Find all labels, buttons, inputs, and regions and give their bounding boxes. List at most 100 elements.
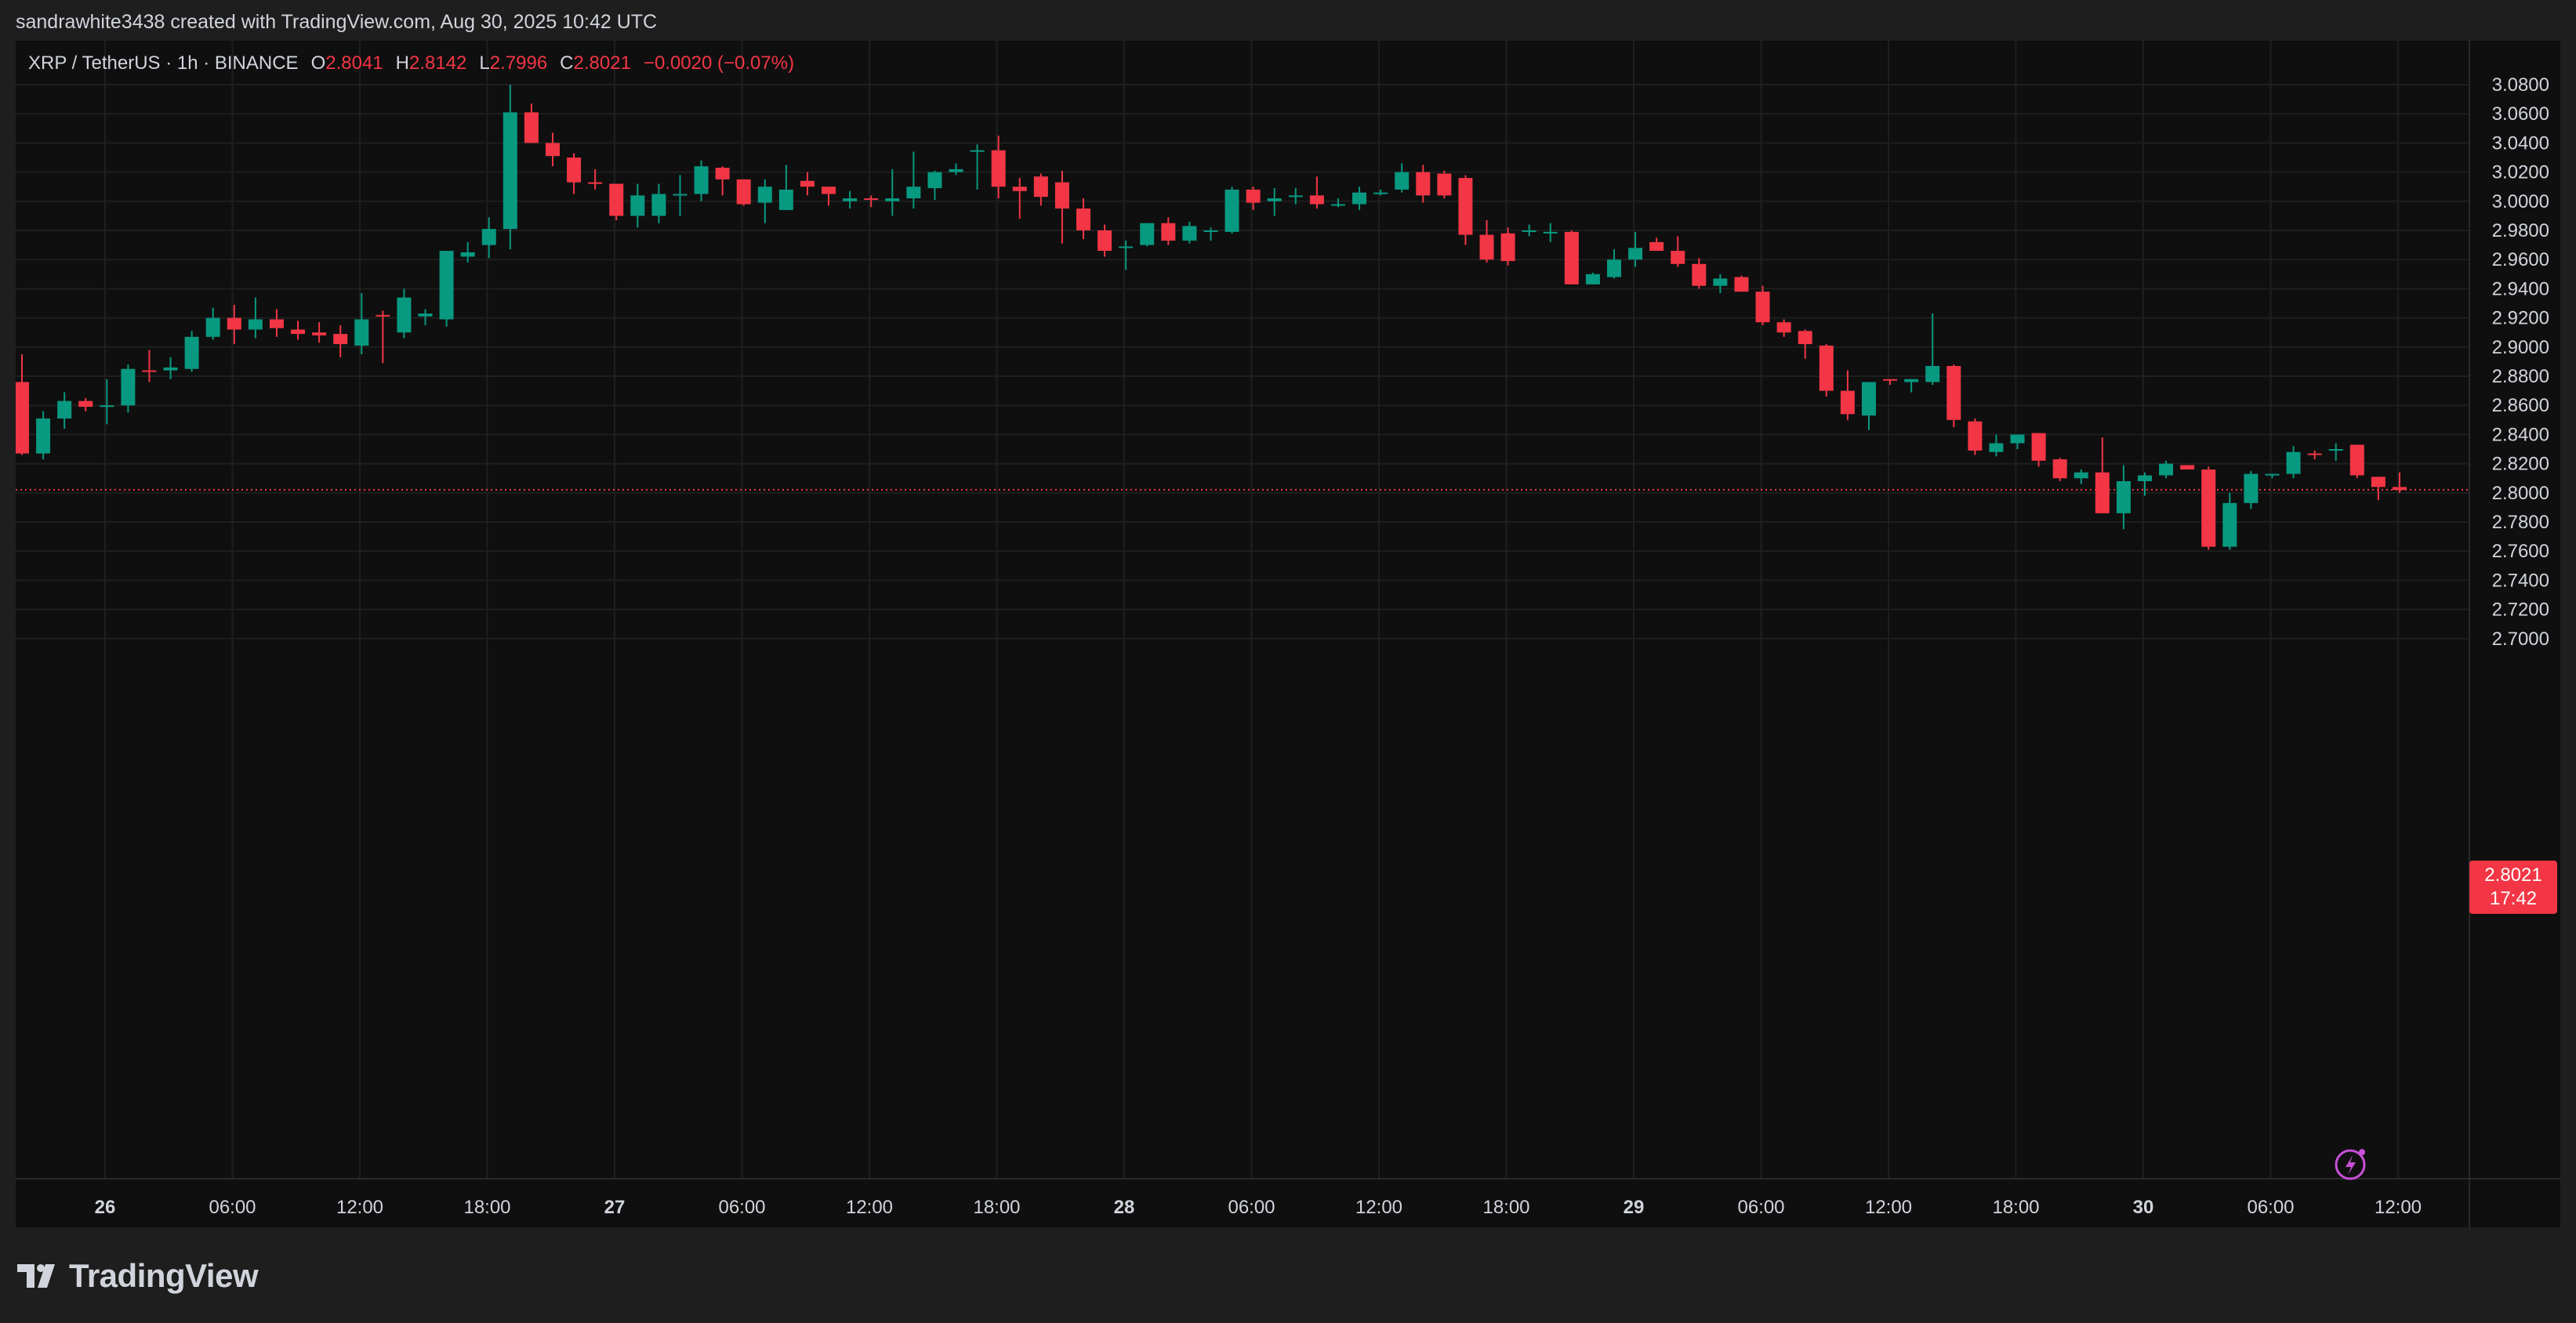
candle-body [1755, 292, 1770, 323]
y-tick-label: 2.7800 [2492, 512, 2549, 533]
x-tick-label: 30 [2133, 1197, 2154, 1218]
candle-body [927, 172, 942, 189]
candle-body [2265, 473, 2280, 476]
candle-body [673, 194, 688, 196]
candle-body [2392, 487, 2407, 491]
candle-body [2371, 477, 2386, 488]
x-tick-label: 18:00 [463, 1197, 510, 1218]
symbol-label[interactable]: XRP / TetherUS · 1h · BINANCE [28, 53, 299, 74]
candle-body [1925, 365, 1940, 382]
x-tick-label: 18:00 [973, 1197, 1020, 1218]
y-tick-label: 2.8000 [2492, 483, 2549, 504]
candle-body [439, 251, 454, 320]
y-tick-label: 3.0200 [2492, 162, 2549, 183]
candle-body [184, 336, 199, 369]
candle-body [1182, 226, 1197, 241]
y-tick-label: 2.9400 [2492, 278, 2549, 299]
candle-body [1246, 189, 1261, 203]
x-tick-label: 12:00 [1865, 1197, 1912, 1218]
candle-body [269, 319, 284, 328]
high-value: 2.8142 [409, 53, 467, 74]
candle-body [1840, 390, 1855, 415]
x-tick-label: 06:00 [718, 1197, 765, 1218]
candle-body [1713, 278, 1728, 286]
candle-body [1500, 233, 1515, 262]
y-tick-label: 2.8400 [2492, 424, 2549, 445]
candle-body [248, 319, 263, 330]
candle-body [1098, 230, 1112, 252]
candle-body [1076, 208, 1090, 230]
candle-body [1330, 204, 1345, 206]
x-tick-label: 28 [1114, 1197, 1135, 1218]
candle-body [1267, 198, 1282, 201]
candle-body [163, 367, 178, 371]
candle-body [1564, 231, 1579, 285]
candle-body [2328, 449, 2343, 451]
bar-countdown: 17:42 [2489, 888, 2538, 909]
x-tick-label: 12:00 [846, 1197, 893, 1218]
y-tick-label: 2.7000 [2492, 629, 2549, 650]
tradingview-logo-icon [17, 1264, 55, 1288]
x-tick-label: 29 [1624, 1197, 1645, 1218]
y-tick-label: 3.0800 [2492, 74, 2549, 96]
candle-body [778, 189, 793, 210]
y-tick-label: 2.8200 [2492, 454, 2549, 475]
candle-body [1798, 331, 1812, 345]
candle-body [843, 198, 858, 201]
candle-body [736, 179, 751, 205]
candle-body [1861, 382, 1876, 416]
candle-body [800, 180, 815, 187]
candle-body [2349, 444, 2364, 476]
candle-body [2095, 472, 2110, 513]
candle-body [1373, 192, 1388, 194]
y-tick-label: 2.9800 [2492, 220, 2549, 241]
low-label: L [479, 53, 490, 74]
candle-body [1671, 251, 1685, 264]
candle-body [864, 198, 879, 201]
candle-body [16, 382, 29, 454]
candle-body [1416, 172, 1431, 196]
x-tick-label: 18:00 [1482, 1197, 1529, 1218]
candle-body [1437, 173, 1452, 196]
candle-body [1904, 379, 1919, 382]
last-price-tag: 2.8021 17:42 [2469, 861, 2557, 914]
chart-panel[interactable]: 3.0800 3.0600 3.0400 3.0200 3.0000 2.9800 2.96… [16, 41, 2560, 1227]
candle-body [1734, 277, 1749, 292]
candle-body [694, 166, 709, 194]
y-tick-label: 2.9000 [2492, 337, 2549, 358]
y-tick-label: 2.7400 [2492, 570, 2549, 591]
candle-body [715, 168, 730, 179]
y-tick-label: 2.8600 [2492, 395, 2549, 416]
x-tick-label: 06:00 [209, 1197, 256, 1218]
close-value: 2.8021 [573, 53, 631, 74]
candlestick-chart[interactable]: 3.0800 3.0600 3.0400 3.0200 3.0000 2.9800 2.96… [16, 41, 2560, 1227]
y-tick-label: 3.0600 [2492, 103, 2549, 125]
y-tick-label: 2.7200 [2492, 600, 2549, 621]
candle-body [970, 150, 985, 152]
candle-body [121, 368, 136, 406]
y-tick-label: 3.0400 [2492, 132, 2549, 154]
candle-body [757, 187, 772, 203]
candle-body [1522, 230, 1537, 232]
candle-body [2073, 472, 2088, 479]
x-tick-label: 18:00 [1992, 1197, 2039, 1218]
x-tick-label: 06:00 [2247, 1197, 2294, 1218]
candle-body [1012, 187, 1027, 191]
y-tick-label: 2.7600 [2492, 541, 2549, 562]
candle-body [100, 405, 114, 408]
candle-body [651, 194, 666, 216]
candle-body [991, 150, 1006, 187]
candle-body [227, 317, 241, 330]
candle-body [36, 418, 51, 454]
candle-body [2052, 459, 2067, 479]
candle-body [2031, 433, 2046, 461]
candle-body [1543, 231, 1558, 234]
candle-body [1352, 192, 1367, 205]
candle-body [1479, 234, 1494, 260]
candle-body [1649, 241, 1664, 252]
candle-body [1140, 223, 1155, 245]
y-tick-label: 2.9600 [2492, 249, 2549, 270]
candle-body [1968, 421, 1983, 451]
candle-body [2159, 463, 2174, 476]
candle-body [2286, 451, 2301, 474]
